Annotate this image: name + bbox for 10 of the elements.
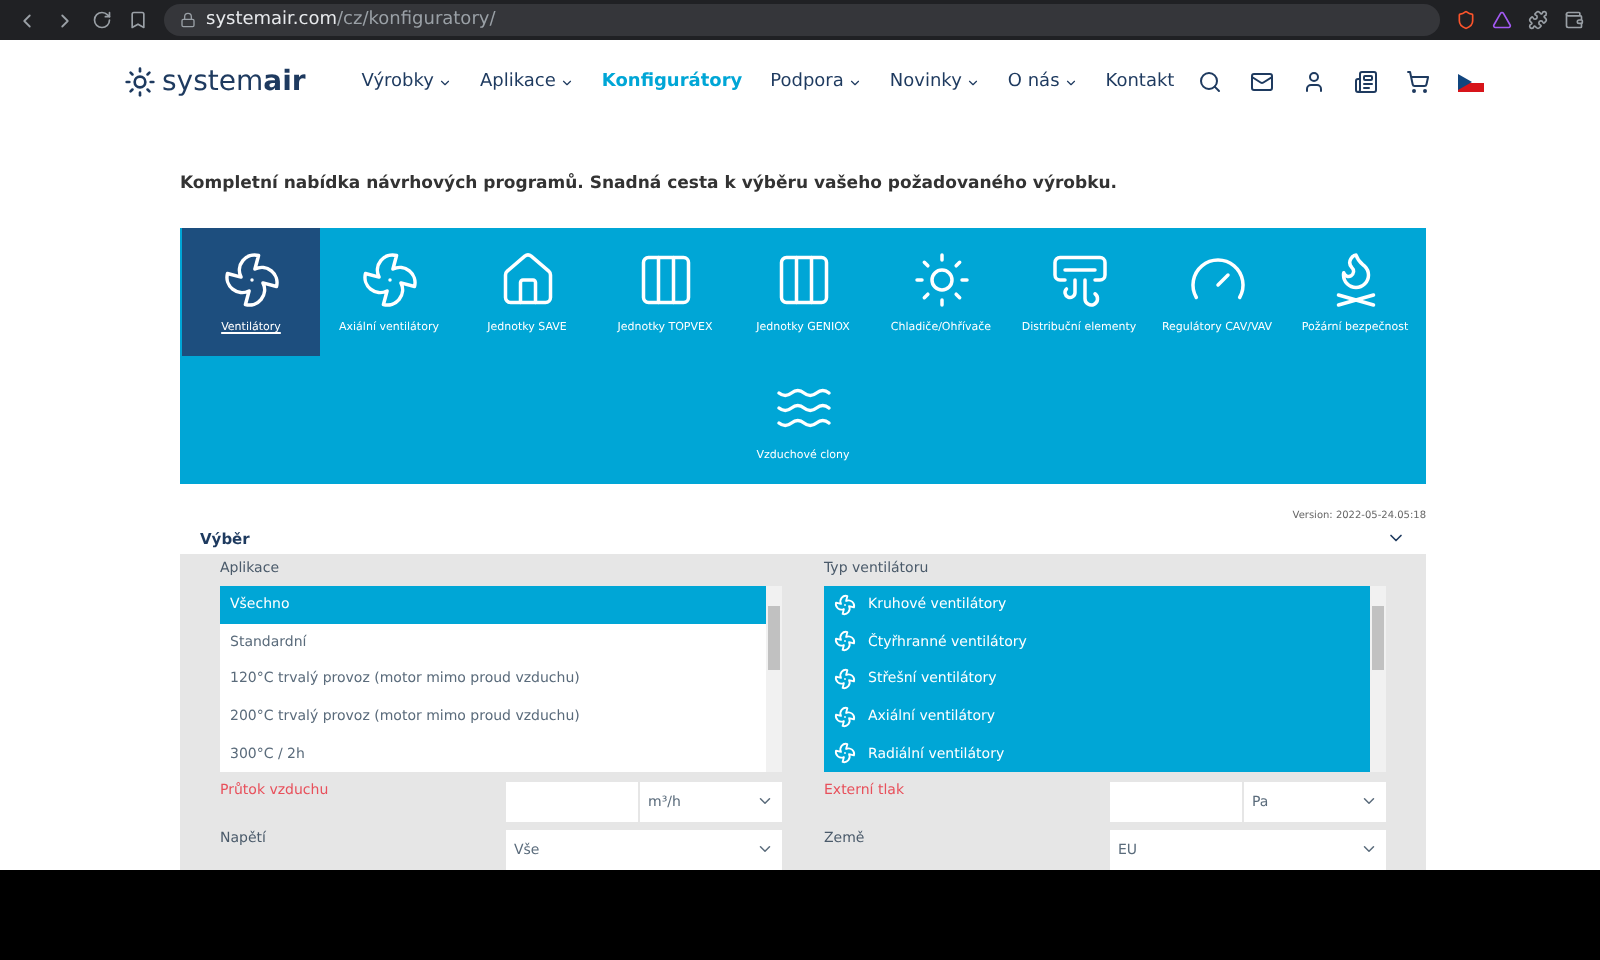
nav-link[interactable]: Kontakt	[1105, 72, 1175, 92]
address-bar[interactable]: systemair.com/cz/konfiguratory/	[164, 4, 1440, 36]
nav-link[interactable]: O nás	[1007, 72, 1078, 92]
nav-link[interactable]: Konfigurátory	[601, 72, 743, 92]
nav-link[interactable]: Novinky	[889, 72, 980, 92]
logo[interactable]: systemair	[124, 66, 306, 98]
nav-link[interactable]: Aplikace	[479, 72, 574, 92]
nav-link[interactable]: Výrobky	[361, 72, 452, 92]
nav-link[interactable]: Podpora	[770, 72, 862, 92]
page-heading: Kompletní nabídka návrhových programů. Snadná cesta k výběru vašeho požadovaného výrobku.	[180, 174, 1120, 194]
